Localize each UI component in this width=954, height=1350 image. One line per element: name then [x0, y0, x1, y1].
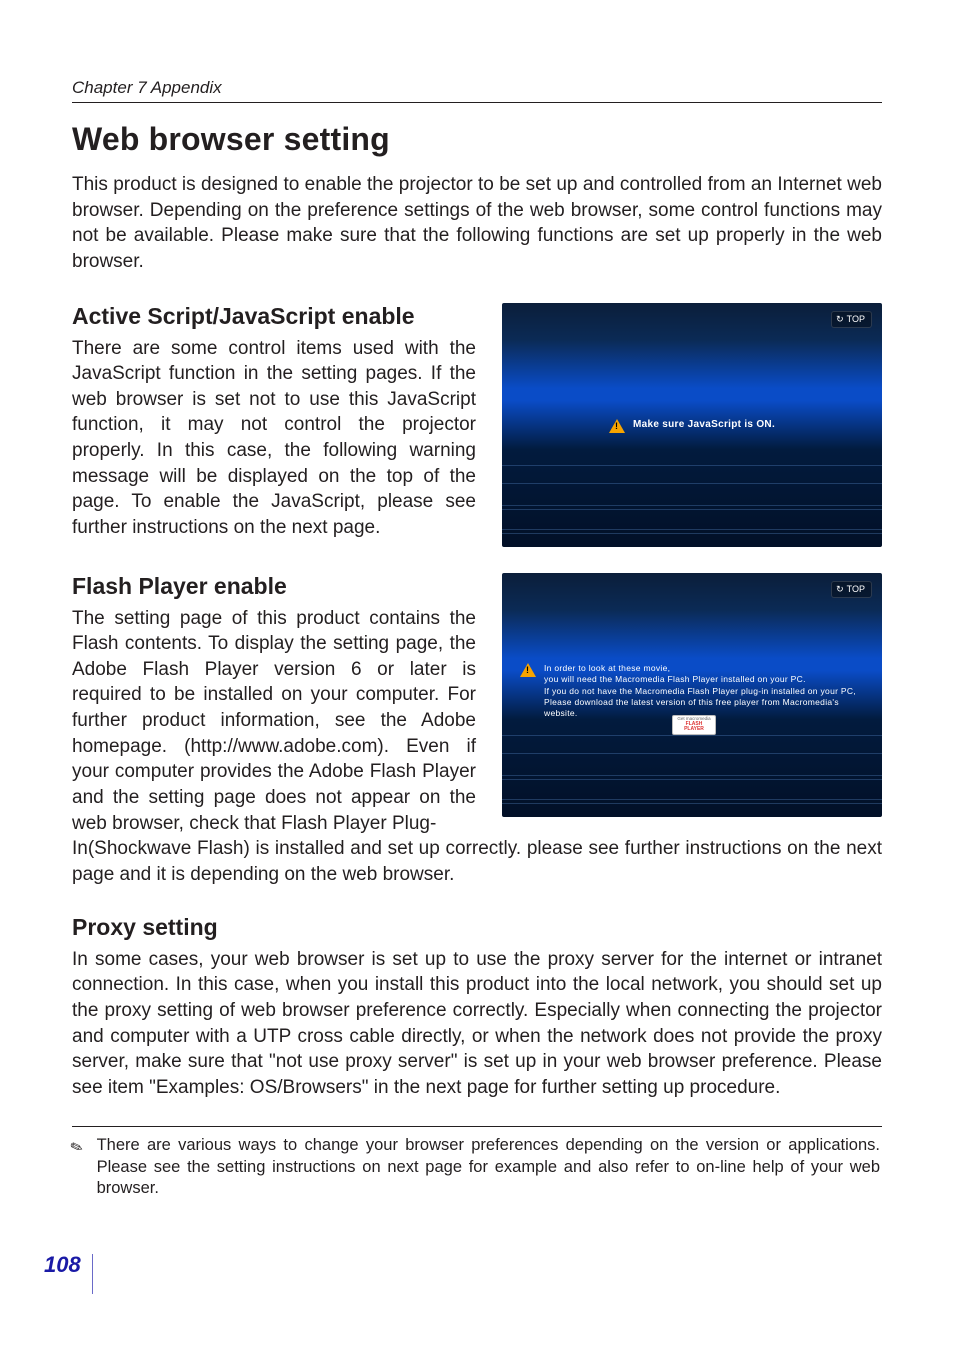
intro-paragraph: This product is designed to enable the p…: [72, 172, 882, 275]
flash-warning-text: In order to look at these movie, you wil…: [544, 663, 864, 720]
page-number: 108: [44, 1252, 81, 1278]
top-button: ↻ TOP: [831, 311, 872, 328]
refresh-icon: ↻: [836, 314, 844, 325]
page-title: Web browser setting: [72, 121, 882, 158]
top-button: ↻ TOP: [831, 581, 872, 598]
footnote-text: There are various ways to change your br…: [97, 1135, 880, 1199]
page-number-rule: [92, 1254, 93, 1294]
heading-flash: Flash Player enable: [72, 573, 476, 600]
js-warning-text: Make sure JavaScript is ON.: [633, 419, 775, 430]
footnote-rule: [72, 1126, 882, 1127]
figure-javascript-warning: ↻ TOP Make sure JavaScript is ON.: [502, 303, 882, 547]
paragraph-javascript: There are some control items used with t…: [72, 336, 476, 541]
paragraph-flash-below: In(Shockwave Flash) is installed and set…: [72, 836, 882, 887]
figure-flash-warning: ↻ TOP In order to look at these movie, y…: [502, 573, 882, 817]
decorative-lines: [502, 455, 882, 547]
warning-icon: [520, 663, 536, 677]
paragraph-flash-left: The setting page of this product contain…: [72, 606, 476, 837]
heading-javascript: Active Script/JavaScript enable: [72, 303, 476, 330]
top-label: TOP: [847, 584, 865, 594]
running-head: Chapter 7 Appendix: [72, 78, 882, 103]
heading-proxy: Proxy setting: [72, 914, 882, 941]
section-javascript: Active Script/JavaScript enable There ar…: [72, 303, 882, 547]
section-flash: Flash Player enable The setting page of …: [72, 573, 882, 888]
footnote: ✎ There are various ways to change your …: [72, 1135, 882, 1199]
refresh-icon: ↻: [836, 584, 844, 595]
decorative-lines: [502, 725, 882, 817]
page-content: Chapter 7 Appendix Web browser setting T…: [72, 78, 882, 1200]
paragraph-proxy: In some cases, your web browser is set u…: [72, 947, 882, 1101]
section-proxy: Proxy setting In some cases, your web br…: [72, 914, 882, 1101]
top-label: TOP: [847, 314, 865, 324]
warning-icon: [609, 419, 625, 433]
